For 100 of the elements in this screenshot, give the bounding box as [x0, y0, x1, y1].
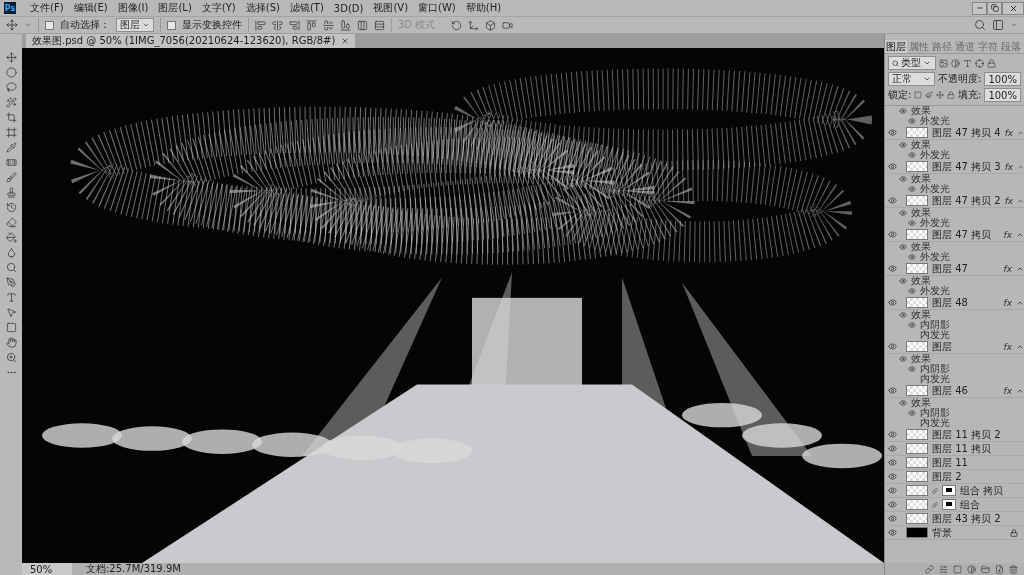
- menu-item[interactable]: 文件(F): [30, 1, 64, 15]
- eye-icon[interactable]: [888, 196, 897, 205]
- type-icon[interactable]: [5, 292, 17, 303]
- eye-icon[interactable]: [899, 399, 907, 407]
- fill-field[interactable]: 100%: [984, 88, 1021, 102]
- magic-wand-icon[interactable]: [5, 97, 17, 108]
- menu-item[interactable]: 3D(D): [333, 2, 364, 14]
- pen-icon[interactable]: [5, 277, 17, 288]
- eye-icon[interactable]: [908, 365, 916, 373]
- align-middle-icon[interactable]: [323, 19, 334, 31]
- eye-icon[interactable]: [899, 209, 907, 217]
- eye-icon[interactable]: [888, 514, 897, 523]
- zoom-level[interactable]: 50%: [22, 563, 72, 575]
- eye-icon[interactable]: [888, 472, 897, 481]
- layer-row[interactable]: 图层 46 fx: [885, 384, 1024, 398]
- caret-icon[interactable]: [1010, 21, 1018, 29]
- search-icon[interactable]: [974, 19, 986, 31]
- eye-icon[interactable]: [908, 409, 916, 417]
- eye-icon[interactable]: [888, 230, 897, 239]
- opacity-field[interactable]: 100%: [984, 72, 1021, 86]
- layer-row[interactable]: 图层 11: [885, 456, 1024, 470]
- zoom-icon[interactable]: [5, 352, 17, 363]
- layer-row[interactable]: 图层 47 拷贝 3 fx: [885, 160, 1024, 174]
- align-right-icon[interactable]: [289, 19, 300, 31]
- eye-icon[interactable]: [888, 128, 897, 137]
- lock-all-icon[interactable]: [947, 91, 955, 99]
- collapse-icon[interactable]: [1017, 162, 1024, 171]
- layer-row[interactable]: 图层 47 fx: [885, 262, 1024, 276]
- eye-icon[interactable]: [908, 185, 916, 193]
- search-icon[interactable]: [5, 262, 17, 273]
- paint-bucket-icon[interactable]: [5, 232, 17, 243]
- hand-icon[interactable]: [5, 337, 17, 348]
- layer-row[interactable]: 图层 48 fx: [885, 296, 1024, 310]
- rectangle-icon[interactable]: [5, 322, 17, 333]
- caret-icon[interactable]: [24, 21, 32, 29]
- eye-icon[interactable]: [888, 386, 897, 395]
- collapse-icon[interactable]: [1017, 196, 1024, 205]
- filter-dropdown[interactable]: 类型: [888, 56, 936, 70]
- image-filter-icon[interactable]: [939, 58, 948, 68]
- eye-icon[interactable]: [888, 298, 897, 307]
- close-button[interactable]: [1002, 1, 1024, 15]
- align-top-icon[interactable]: [306, 19, 317, 31]
- eye-icon[interactable]: [888, 342, 897, 351]
- layer-row[interactable]: 图层 fx: [885, 340, 1024, 354]
- eye-icon[interactable]: [888, 458, 897, 467]
- brush-icon[interactable]: [5, 172, 17, 183]
- layer-row[interactable]: 图层 43 拷贝 2: [885, 512, 1024, 526]
- mask-icon[interactable]: [953, 564, 962, 574]
- eye-icon[interactable]: [908, 287, 916, 295]
- eye-icon[interactable]: [888, 162, 897, 171]
- layer-row[interactable]: 图层 2: [885, 470, 1024, 484]
- menu-item[interactable]: 编辑(E): [73, 1, 108, 15]
- folder-icon[interactable]: [981, 564, 990, 574]
- menu-item[interactable]: 图层(L): [158, 1, 192, 15]
- distribute-rows-icon[interactable]: [374, 19, 385, 31]
- history-brush-icon[interactable]: [5, 202, 17, 213]
- pointer-icon[interactable]: [5, 307, 17, 318]
- eye-icon[interactable]: [908, 117, 916, 125]
- blend-mode-dropdown[interactable]: 正常: [888, 72, 936, 86]
- eye-icon[interactable]: [899, 277, 907, 285]
- eye-icon[interactable]: [899, 243, 907, 251]
- bandage-icon[interactable]: [5, 157, 17, 168]
- menu-item[interactable]: 视图(V): [373, 1, 409, 15]
- eye-icon[interactable]: [899, 107, 907, 115]
- link-icon[interactable]: [925, 564, 934, 574]
- camera-icon[interactable]: [502, 19, 514, 31]
- eye-icon[interactable]: [888, 500, 897, 509]
- eye-icon[interactable]: [888, 444, 897, 453]
- type-filter-icon[interactable]: [963, 58, 972, 68]
- rotate-3d-icon[interactable]: [451, 19, 463, 31]
- move-3d-icon[interactable]: [468, 19, 480, 31]
- adjustment-filter-icon[interactable]: [951, 58, 960, 68]
- shape-filter-icon[interactable]: [975, 58, 984, 68]
- droplet-icon[interactable]: [5, 247, 17, 258]
- checkbox[interactable]: [45, 20, 54, 30]
- eye-icon[interactable]: [899, 141, 907, 149]
- menu-item[interactable]: 窗口(W): [418, 1, 456, 15]
- eye-icon[interactable]: [888, 430, 897, 439]
- lock-pixels-icon[interactable]: [914, 91, 923, 99]
- lock-filter-icon[interactable]: [987, 58, 996, 68]
- layer-row[interactable]: 组合: [885, 498, 1024, 512]
- trash-icon[interactable]: [1009, 564, 1018, 574]
- layer-row[interactable]: 图层 47 拷贝 4 fx: [885, 126, 1024, 140]
- layer-row[interactable]: 组合 拷贝: [885, 484, 1024, 498]
- eye-icon[interactable]: [899, 175, 907, 183]
- eye-icon[interactable]: [888, 486, 897, 495]
- target-dropdown[interactable]: 图层: [116, 18, 154, 32]
- lock-paint-icon[interactable]: [925, 91, 934, 99]
- ellipse-select-icon[interactable]: [5, 67, 17, 78]
- stamp-icon[interactable]: [5, 187, 17, 198]
- layer-row[interactable]: 图层 47 拷贝 fx: [885, 228, 1024, 242]
- eye-icon[interactable]: [888, 528, 897, 537]
- layer-row[interactable]: 图层 47 拷贝 2 fx: [885, 194, 1024, 208]
- checkbox[interactable]: [167, 20, 176, 30]
- menu-item[interactable]: 帮助(H): [465, 1, 502, 15]
- align-bottom-icon[interactable]: [340, 19, 351, 31]
- align-center-icon[interactable]: [272, 19, 283, 31]
- menu-item[interactable]: 滤镜(T): [289, 1, 324, 15]
- eye-icon[interactable]: [899, 311, 907, 319]
- close-icon[interactable]: [341, 37, 350, 45]
